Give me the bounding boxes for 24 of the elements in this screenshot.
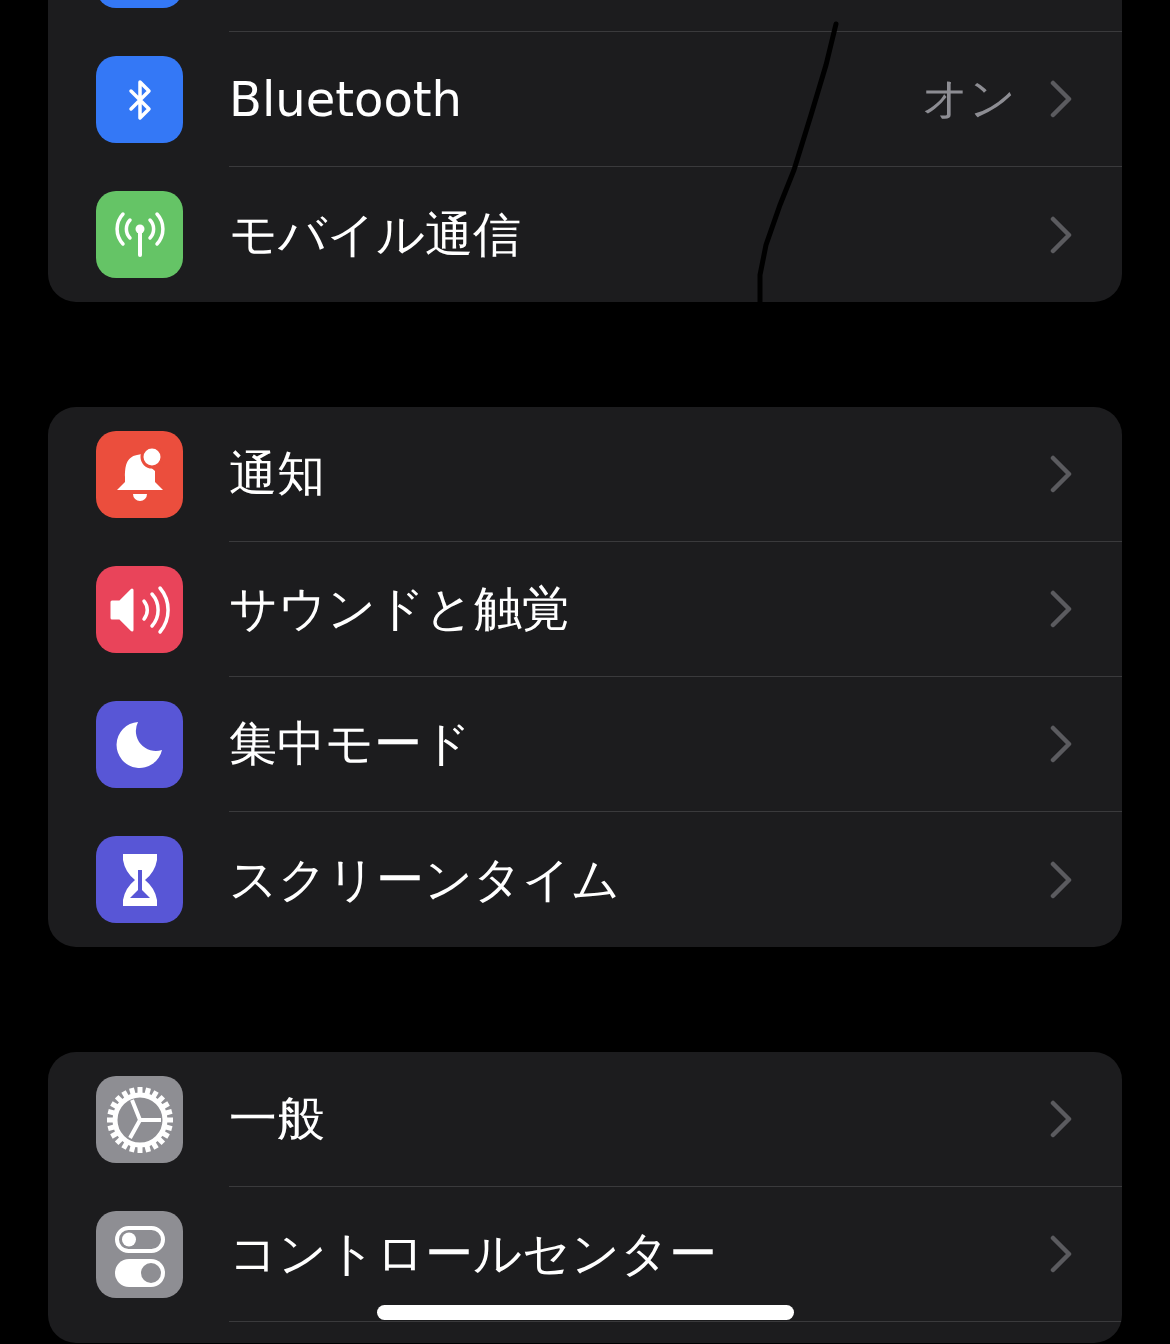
chevron-icon: [1050, 215, 1072, 254]
row-label: 集中モード: [229, 714, 472, 773]
settings-row[interactable]: 通知: [48, 407, 1122, 542]
chevron-icon: [1050, 860, 1072, 899]
settings-row[interactable]: スクリーンタイム: [48, 812, 1122, 947]
row-label: 通知: [229, 444, 326, 503]
row-value: オン: [922, 70, 1016, 127]
settings-row[interactable]: Bluetooth オン: [48, 32, 1122, 167]
chevron-icon: [1050, 590, 1072, 628]
settings-row[interactable]: モバイル通信: [48, 167, 1122, 302]
chevron-icon: [1050, 725, 1072, 763]
row-label: Bluetooth: [229, 71, 463, 127]
chevron-icon: [1050, 1100, 1072, 1138]
row-label: サウンドと触覚: [229, 579, 571, 638]
chevron-icon: [1050, 455, 1072, 493]
settings-row[interactable]: 一般: [48, 1052, 1122, 1187]
row-label: コントロールセンター: [229, 1224, 718, 1283]
row-label: モバイル通信: [229, 204, 522, 264]
row-label: 一般: [229, 1089, 326, 1148]
chevron-icon: [1050, 1235, 1072, 1273]
settings-row[interactable]: サウンドと触覚: [48, 542, 1122, 677]
settings-row[interactable]: 集中モード: [48, 677, 1122, 812]
row-label: スクリーンタイム: [229, 849, 621, 909]
chevron-icon: [1050, 80, 1072, 118]
